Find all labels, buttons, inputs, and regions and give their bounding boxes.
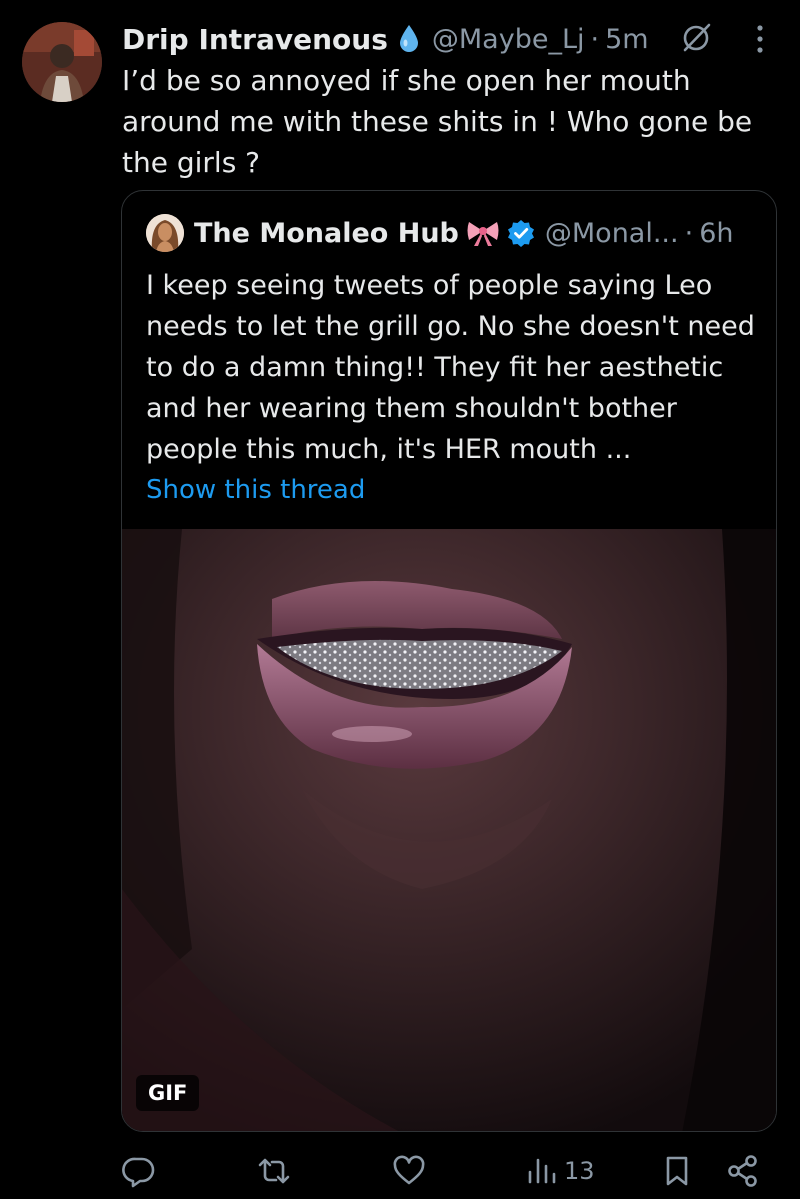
gif-badge: GIF xyxy=(136,1075,200,1111)
gif-frame-image xyxy=(122,529,776,1131)
tweet-text: I’d be so annoyed if she open her mouth … xyxy=(122,64,753,179)
quoted-tweet-text: I keep seeing tweets of people saying Le… xyxy=(146,270,755,465)
grok-icon[interactable] xyxy=(680,22,712,54)
separator-dot: · xyxy=(590,23,600,55)
heart-icon xyxy=(393,1155,425,1185)
verified-badge-icon xyxy=(507,220,534,247)
like-button[interactable] xyxy=(392,1154,426,1188)
water-drop-icon xyxy=(399,25,418,52)
more-options-icon[interactable] xyxy=(752,22,768,56)
tweet-actions-bar: 13 xyxy=(0,1146,800,1196)
quoted-author-avatar[interactable] xyxy=(146,214,184,252)
views-count: 13 xyxy=(564,1157,595,1185)
bookmark-button[interactable] xyxy=(664,1154,690,1188)
author-handle[interactable]: @Maybe_Lj xyxy=(432,24,585,55)
reply-button[interactable] xyxy=(122,1154,156,1188)
quoted-separator-dot: · xyxy=(684,217,694,249)
author-display-name[interactable]: Drip Intravenous xyxy=(122,23,388,56)
tweet-header: Drip Intravenous @Maybe_Lj · 5m xyxy=(122,18,649,60)
quoted-author-handle[interactable]: @Monal... xyxy=(545,218,679,249)
pink-bow-icon xyxy=(467,222,499,246)
author-avatar[interactable] xyxy=(22,22,102,102)
bookmark-icon xyxy=(666,1156,688,1186)
views-button[interactable]: 13 xyxy=(526,1154,595,1188)
repost-button[interactable] xyxy=(256,1154,292,1188)
share-button[interactable] xyxy=(726,1154,760,1188)
repost-icon xyxy=(258,1158,290,1184)
quoted-tweet[interactable]: The Monaleo Hub @Monal... · 6h I keep se… xyxy=(121,190,777,1132)
views-chart-icon xyxy=(528,1158,556,1184)
quoted-author-display-name[interactable]: The Monaleo Hub xyxy=(194,218,459,249)
share-icon xyxy=(728,1155,757,1187)
tweet[interactable]: Drip Intravenous @Maybe_Lj · 5m I’d be s… xyxy=(0,0,800,1199)
show-thread-link[interactable]: Show this thread xyxy=(146,475,365,505)
quoted-tweet-time[interactable]: 6h xyxy=(699,218,733,249)
tweet-time[interactable]: 5m xyxy=(605,24,648,55)
quoted-tweet-header: The Monaleo Hub @Monal... · 6h xyxy=(146,213,766,253)
reply-icon xyxy=(122,1157,155,1188)
quoted-tweet-gif[interactable]: GIF xyxy=(122,529,776,1131)
